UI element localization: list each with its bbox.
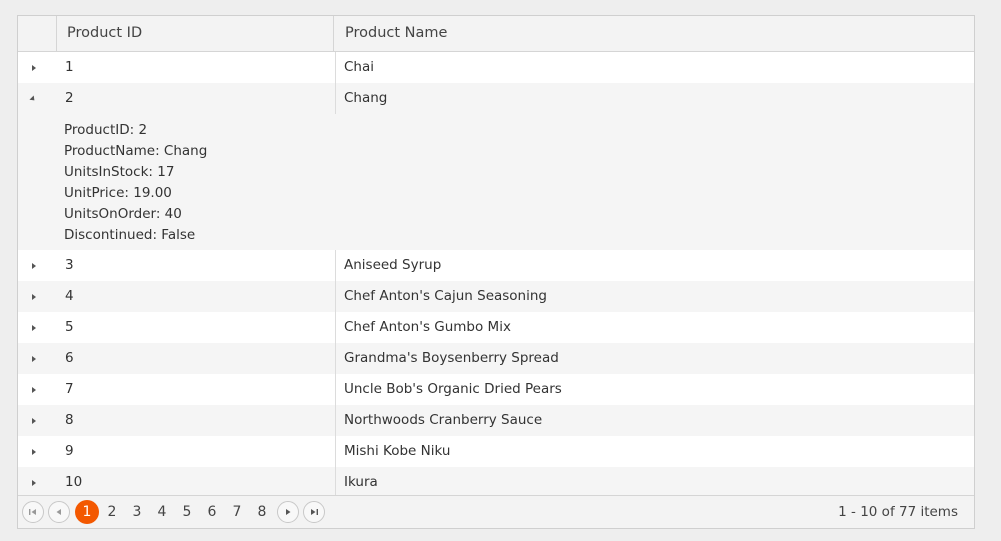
product-id-cell: 10 xyxy=(65,474,83,490)
product-id-cell: 1 xyxy=(65,59,74,75)
product-id-cell: 4 xyxy=(65,288,74,304)
product-id-cell: 2 xyxy=(65,90,74,106)
detail-line: UnitPrice: 19.00 xyxy=(64,185,172,201)
product-name-cell: Mishi Kobe Niku xyxy=(335,436,450,467)
triangle-right-icon xyxy=(32,356,36,362)
expand-row-button[interactable] xyxy=(18,52,56,83)
expand-row-button[interactable] xyxy=(18,343,56,374)
previous-page-icon xyxy=(56,509,61,515)
product-name-cell: Chef Anton's Gumbo Mix xyxy=(335,312,511,343)
last-page-button[interactable] xyxy=(303,501,325,523)
detail-line: ProductName: Chang xyxy=(64,143,208,159)
triangle-down-icon xyxy=(29,95,37,103)
table-row[interactable]: 1 Chai xyxy=(18,52,974,83)
first-page-icon xyxy=(29,509,36,515)
page-6-button[interactable]: 6 xyxy=(201,501,223,523)
expand-row-button[interactable] xyxy=(18,467,56,498)
triangle-right-icon xyxy=(32,480,36,486)
next-page-button[interactable] xyxy=(277,501,299,523)
previous-page-button[interactable] xyxy=(48,501,70,523)
table-row[interactable]: 3 Aniseed Syrup xyxy=(18,250,974,281)
expand-row-button[interactable] xyxy=(18,250,56,281)
detail-row: ProductID: 2 ProductName: Chang UnitsInS… xyxy=(18,114,974,250)
table-row[interactable]: 4 Chef Anton's Cajun Seasoning xyxy=(18,281,974,312)
product-name-cell: Chef Anton's Cajun Seasoning xyxy=(335,281,547,312)
product-id-cell: 9 xyxy=(65,443,74,459)
hierarchy-header-cell xyxy=(18,16,57,51)
expand-row-button[interactable] xyxy=(18,312,56,343)
detail-line: Discontinued: False xyxy=(64,227,196,243)
detail-line: UnitsInStock: 17 xyxy=(64,164,175,180)
product-id-cell: 8 xyxy=(65,412,74,428)
product-name-cell: Northwoods Cranberry Sauce xyxy=(335,405,542,436)
product-id-cell: 6 xyxy=(65,350,74,366)
product-id-cell: 7 xyxy=(65,381,74,397)
triangle-right-icon xyxy=(32,418,36,424)
product-name-cell: Uncle Bob's Organic Dried Pears xyxy=(335,374,562,405)
triangle-right-icon xyxy=(32,387,36,393)
triangle-right-icon xyxy=(32,325,36,331)
expand-row-button[interactable] xyxy=(18,374,56,405)
page-1-button[interactable]: 1 xyxy=(75,500,99,524)
page-2-button[interactable]: 2 xyxy=(101,501,123,523)
last-page-icon xyxy=(311,509,318,515)
products-grid: Product ID Product Name 1 Chai 2 Chang P… xyxy=(17,15,975,529)
product-name-cell: Chai xyxy=(335,52,374,83)
expand-row-button[interactable] xyxy=(18,405,56,436)
triangle-right-icon xyxy=(32,263,36,269)
pager: 1 2 3 4 5 6 7 8 1 - 10 of 77 items xyxy=(18,495,974,528)
table-row[interactable]: 9 Mishi Kobe Niku xyxy=(18,436,974,467)
grid-header: Product ID Product Name xyxy=(18,16,974,52)
product-name-cell: Ikura xyxy=(335,467,378,498)
table-row[interactable]: 2 Chang xyxy=(18,83,974,114)
product-id-cell: 3 xyxy=(65,257,74,273)
page-8-button[interactable]: 8 xyxy=(251,501,273,523)
page-5-button[interactable]: 5 xyxy=(176,501,198,523)
page-7-button[interactable]: 7 xyxy=(226,501,248,523)
first-page-button[interactable] xyxy=(22,501,44,523)
table-row[interactable]: 7 Uncle Bob's Organic Dried Pears xyxy=(18,374,974,405)
triangle-right-icon xyxy=(32,449,36,455)
product-name-cell: Chang xyxy=(335,83,387,114)
detail-line: UnitsOnOrder: 40 xyxy=(64,206,182,222)
triangle-right-icon xyxy=(32,294,36,300)
triangle-right-icon xyxy=(32,65,36,71)
table-row[interactable]: 5 Chef Anton's Gumbo Mix xyxy=(18,312,974,343)
product-name-cell: Grandma's Boysenberry Spread xyxy=(335,343,559,374)
product-name-header[interactable]: Product Name xyxy=(335,16,974,51)
next-page-icon xyxy=(286,509,291,515)
table-row[interactable]: 6 Grandma's Boysenberry Spread xyxy=(18,343,974,374)
detail-line: ProductID: 2 xyxy=(64,122,148,138)
table-row[interactable]: 8 Northwoods Cranberry Sauce xyxy=(18,405,974,436)
table-row[interactable]: 10 Ikura xyxy=(18,467,974,498)
product-id-cell: 5 xyxy=(65,319,74,335)
page-3-button[interactable]: 3 xyxy=(126,501,148,523)
pager-info: 1 - 10 of 77 items xyxy=(838,504,958,520)
expand-row-button[interactable] xyxy=(18,436,56,467)
product-id-header[interactable]: Product ID xyxy=(57,16,334,51)
product-name-cell: Aniseed Syrup xyxy=(335,250,441,281)
page-4-button[interactable]: 4 xyxy=(151,501,173,523)
collapse-row-button[interactable] xyxy=(18,83,56,114)
expand-row-button[interactable] xyxy=(18,281,56,312)
